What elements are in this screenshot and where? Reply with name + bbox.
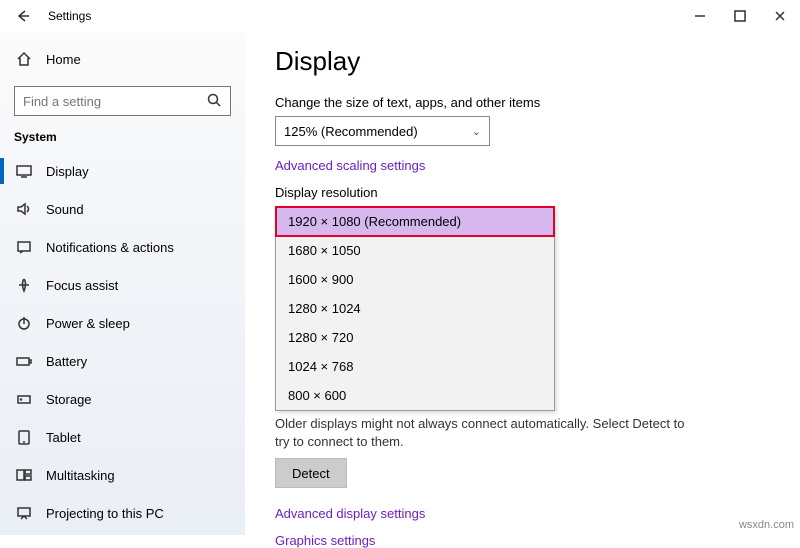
arrow-left-icon xyxy=(14,8,30,24)
power-icon xyxy=(16,315,32,331)
category-heading: System xyxy=(0,124,245,152)
res-option[interactable]: 1024 × 768 xyxy=(276,352,554,381)
watermark: wsxdn.com xyxy=(739,519,794,531)
titlebar: Settings xyxy=(0,0,800,32)
res-option[interactable]: 1280 × 1024 xyxy=(276,294,554,323)
home-icon xyxy=(16,51,32,67)
sound-icon xyxy=(16,201,32,217)
main-panel: Display Change the size of text, apps, a… xyxy=(245,32,800,535)
nav-label: Tablet xyxy=(46,430,81,445)
sidebar: Home System Display Sound Notifications … xyxy=(0,32,245,535)
home-nav[interactable]: Home xyxy=(0,42,245,76)
focus-icon xyxy=(16,277,32,293)
nav-focus[interactable]: Focus assist xyxy=(0,266,245,304)
close-icon xyxy=(772,8,788,24)
nav-label: Battery xyxy=(46,354,87,369)
nav-storage[interactable]: Storage xyxy=(0,380,245,418)
nav-label: Power & sleep xyxy=(46,316,130,331)
nav-list: Display Sound Notifications & actions Fo… xyxy=(0,152,245,532)
window-controls xyxy=(680,0,800,32)
scale-value: 125% (Recommended) xyxy=(284,124,418,139)
resolution-label: Display resolution xyxy=(275,185,770,200)
nav-projecting[interactable]: Projecting to this PC xyxy=(0,494,245,532)
advanced-display-link[interactable]: Advanced display settings xyxy=(275,506,770,521)
nav-power[interactable]: Power & sleep xyxy=(0,304,245,342)
nav-label: Storage xyxy=(46,392,92,407)
search-input[interactable] xyxy=(23,94,193,109)
graphics-link[interactable]: Graphics settings xyxy=(275,533,770,548)
res-option[interactable]: 1680 × 1050 xyxy=(276,236,554,265)
nav-label: Sound xyxy=(46,202,84,217)
projecting-icon xyxy=(16,505,32,521)
res-option[interactable]: 1280 × 720 xyxy=(276,323,554,352)
nav-multitasking[interactable]: Multitasking xyxy=(0,456,245,494)
nav-label: Multitasking xyxy=(46,468,115,483)
advanced-scaling-link[interactable]: Advanced scaling settings xyxy=(275,158,770,173)
nav-tablet[interactable]: Tablet xyxy=(0,418,245,456)
nav-label: Projecting to this PC xyxy=(46,506,164,521)
scale-combo[interactable]: 125% (Recommended) ⌄ xyxy=(275,116,490,146)
nav-display[interactable]: Display xyxy=(0,152,245,190)
maximize-icon xyxy=(732,8,748,24)
notifications-icon xyxy=(16,239,32,255)
nav-battery[interactable]: Battery xyxy=(0,342,245,380)
battery-icon xyxy=(16,353,32,369)
nav-notifications[interactable]: Notifications & actions xyxy=(0,228,245,266)
res-option-selected[interactable]: 1920 × 1080 (Recommended) xyxy=(276,207,554,236)
res-option[interactable]: 800 × 600 xyxy=(276,381,554,410)
multitasking-icon xyxy=(16,467,32,483)
detect-note: Older displays might not always connect … xyxy=(275,415,695,450)
nav-label: Display xyxy=(46,164,89,179)
resolution-dropdown[interactable]: 1920 × 1080 (Recommended) 1680 × 1050 16… xyxy=(275,206,555,411)
scale-label: Change the size of text, apps, and other… xyxy=(275,95,770,110)
back-button[interactable] xyxy=(10,4,34,28)
search-icon xyxy=(206,92,222,111)
minimize-button[interactable] xyxy=(680,0,720,32)
tablet-icon xyxy=(16,429,32,445)
storage-icon xyxy=(16,391,32,407)
nav-label: Notifications & actions xyxy=(46,240,174,255)
minimize-icon xyxy=(692,8,708,24)
display-icon xyxy=(16,163,32,179)
chevron-down-icon: ⌄ xyxy=(472,125,481,138)
home-label: Home xyxy=(46,52,81,67)
page-heading: Display xyxy=(275,46,770,77)
close-button[interactable] xyxy=(760,0,800,32)
window-title: Settings xyxy=(48,9,91,23)
maximize-button[interactable] xyxy=(720,0,760,32)
nav-label: Focus assist xyxy=(46,278,118,293)
detect-button[interactable]: Detect xyxy=(275,458,347,488)
nav-sound[interactable]: Sound xyxy=(0,190,245,228)
res-option[interactable]: 1600 × 900 xyxy=(276,265,554,294)
search-box[interactable] xyxy=(14,86,231,116)
